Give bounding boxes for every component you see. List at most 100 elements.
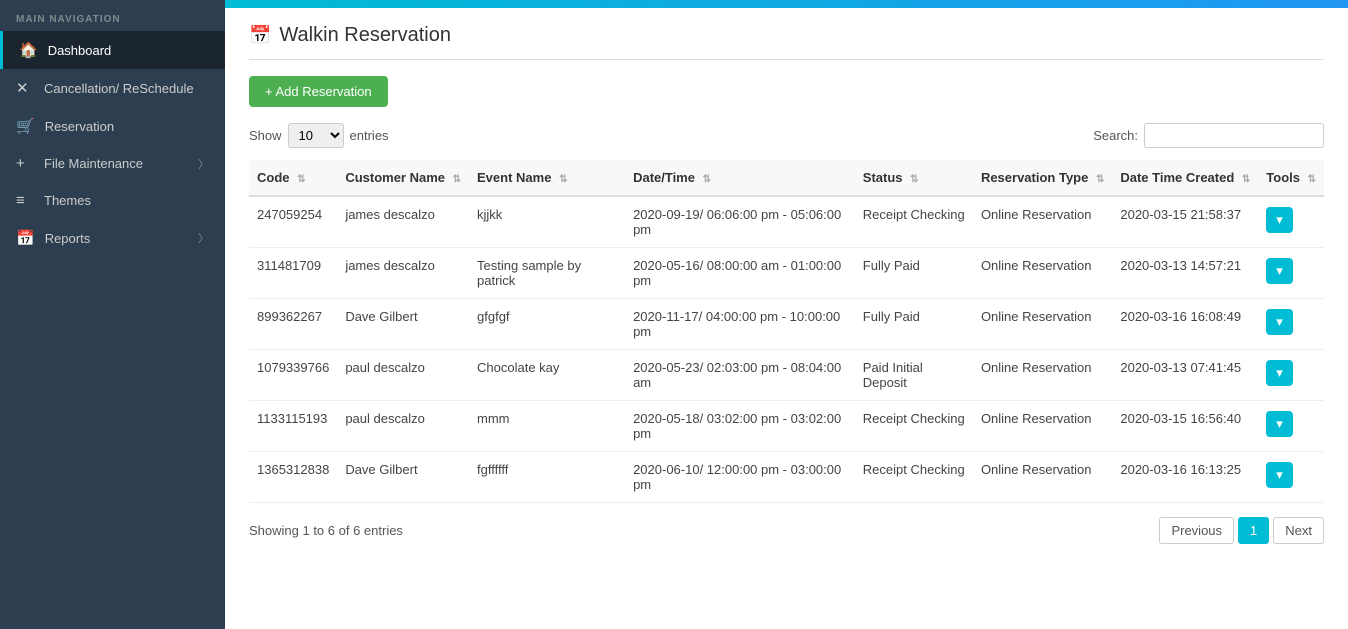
sidebar-item-label: Cancellation/ ReSchedule [44,81,194,96]
sidebar-header: MAIN NAVIGATION [0,0,225,31]
show-entries-control: Show 10 25 50 100 entries [249,123,389,148]
cell-customer-name: james descalzo [337,248,469,299]
cell-event-name: kjjkk [469,196,625,248]
cell-datetime: 2020-05-18/ 03:02:00 pm - 03:02:00 pm [625,401,855,452]
cell-code: 899362267 [249,299,337,350]
table-row: 899362267 Dave Gilbert gfgfgf 2020-11-17… [249,299,1324,350]
cell-customer-name: paul descalzo [337,401,469,452]
cell-status: Receipt Checking [855,401,973,452]
cell-tools: ▾ [1258,299,1324,350]
dashboard-icon: 🏠 [19,41,38,59]
cell-datetime-created: 2020-03-13 07:41:45 [1112,350,1258,401]
sidebar-item-dashboard[interactable]: 🏠 Dashboard [0,31,225,69]
sidebar-item-cancellation[interactable]: ✕ Cancellation/ ReSchedule [0,69,225,107]
cell-code: 1133115193 [249,401,337,452]
cart-icon: 🛒 [16,117,35,135]
cell-reservation-type: Online Reservation [973,196,1112,248]
cell-event-name: gfgfgf [469,299,625,350]
table-row: 1133115193 paul descalzo mmm 2020-05-18/… [249,401,1324,452]
sidebar-item-file-maintenance[interactable]: + File Maintenance 〉 [0,145,225,182]
cell-customer-name: james descalzo [337,196,469,248]
cell-status: Paid Initial Deposit [855,350,973,401]
col-event-name: Event Name ⇅ [469,160,625,196]
sidebar-item-label: Reports [45,231,91,246]
cell-tools: ▾ [1258,452,1324,503]
sort-icon: ⇅ [453,174,461,185]
entries-select[interactable]: 10 25 50 100 [288,123,344,148]
tool-button[interactable]: ▾ [1266,309,1293,335]
cell-datetime: 2020-09-19/ 06:06:00 pm - 05:06:00 pm [625,196,855,248]
sidebar-item-label: Themes [44,193,91,208]
cell-reservation-type: Online Reservation [973,401,1112,452]
cell-reservation-type: Online Reservation [973,452,1112,503]
plus-icon: + [16,155,34,172]
tool-button[interactable]: ▾ [1266,258,1293,284]
cell-code: 1079339766 [249,350,337,401]
reports-icon: 📅 [16,229,35,247]
cell-tools: ▾ [1258,401,1324,452]
cell-datetime: 2020-05-16/ 08:00:00 am - 01:00:00 pm [625,248,855,299]
page-1-button[interactable]: 1 [1238,517,1269,544]
topbar [225,0,1348,8]
col-code: Code ⇅ [249,160,337,196]
col-customer-name: Customer Name ⇅ [337,160,469,196]
cell-datetime-created: 2020-03-15 21:58:37 [1112,196,1258,248]
add-reservation-button[interactable]: + Add Reservation [249,76,388,107]
cell-datetime-created: 2020-03-15 16:56:40 [1112,401,1258,452]
table-row: 1365312838 Dave Gilbert fgffffff 2020-06… [249,452,1324,503]
tool-button[interactable]: ▾ [1266,462,1293,488]
col-tools: Tools ⇅ [1258,160,1324,196]
sidebar-item-label: File Maintenance [44,156,143,171]
pagination-controls: Previous 1 Next [1159,517,1324,544]
sort-icon: ⇅ [297,174,305,185]
table-controls: Show 10 25 50 100 entries Search: [249,123,1324,148]
next-button[interactable]: Next [1273,517,1324,544]
chevron-right-icon: 〉 [198,156,209,172]
table-row: 1079339766 paul descalzo Chocolate kay 2… [249,350,1324,401]
sidebar: MAIN NAVIGATION 🏠 Dashboard ✕ Cancellati… [0,0,225,629]
sort-icon: ⇅ [703,174,711,185]
sidebar-item-reservation[interactable]: 🛒 Reservation [0,107,225,145]
tool-button[interactable]: ▾ [1266,360,1293,386]
search-box: Search: [1093,123,1324,148]
cell-datetime-created: 2020-03-16 16:13:25 [1112,452,1258,503]
sidebar-item-reports[interactable]: 📅 Reports 〉 [0,219,225,257]
cell-event-name: mmm [469,401,625,452]
search-input[interactable] [1144,123,1324,148]
col-status: Status ⇅ [855,160,973,196]
sidebar-item-themes[interactable]: ≡ Themes [0,182,225,219]
table-header-row: Code ⇅ Customer Name ⇅ Event Name ⇅ Date… [249,160,1324,196]
sort-icon: ⇅ [559,174,567,185]
cell-datetime-created: 2020-03-16 16:08:49 [1112,299,1258,350]
content-area: 📅 Walkin Reservation + Add Reservation S… [225,8,1348,629]
sort-icon: ⇅ [910,174,918,185]
col-datetime: Date/Time ⇅ [625,160,855,196]
tool-button[interactable]: ▾ [1266,411,1293,437]
table-row: 311481709 james descalzo Testing sample … [249,248,1324,299]
cell-reservation-type: Online Reservation [973,299,1112,350]
cell-reservation-type: Online Reservation [973,248,1112,299]
cell-datetime: 2020-05-23/ 02:03:00 pm - 08:04:00 am [625,350,855,401]
pagination-area: Showing 1 to 6 of 6 entries Previous 1 N… [249,503,1324,544]
table-body: 247059254 james descalzo kjjkk 2020-09-1… [249,196,1324,503]
cell-code: 1365312838 [249,452,337,503]
cell-code: 311481709 [249,248,337,299]
entries-label: entries [350,128,389,143]
search-label: Search: [1093,128,1138,143]
cell-customer-name: Dave Gilbert [337,452,469,503]
chevron-right-icon: 〉 [198,230,209,246]
cell-status: Fully Paid [855,299,973,350]
cell-customer-name: paul descalzo [337,350,469,401]
cell-customer-name: Dave Gilbert [337,299,469,350]
tool-button[interactable]: ▾ [1266,207,1293,233]
cell-tools: ▾ [1258,350,1324,401]
showing-text: Showing 1 to 6 of 6 entries [249,523,403,538]
cell-tools: ▾ [1258,248,1324,299]
cancel-icon: ✕ [16,79,34,97]
main-area: 📅 Walkin Reservation + Add Reservation S… [225,0,1348,629]
cell-datetime: 2020-06-10/ 12:00:00 pm - 03:00:00 pm [625,452,855,503]
sidebar-item-label: Reservation [45,119,114,134]
previous-button[interactable]: Previous [1159,517,1234,544]
cell-event-name: Chocolate kay [469,350,625,401]
cell-event-name: Testing sample by patrick [469,248,625,299]
